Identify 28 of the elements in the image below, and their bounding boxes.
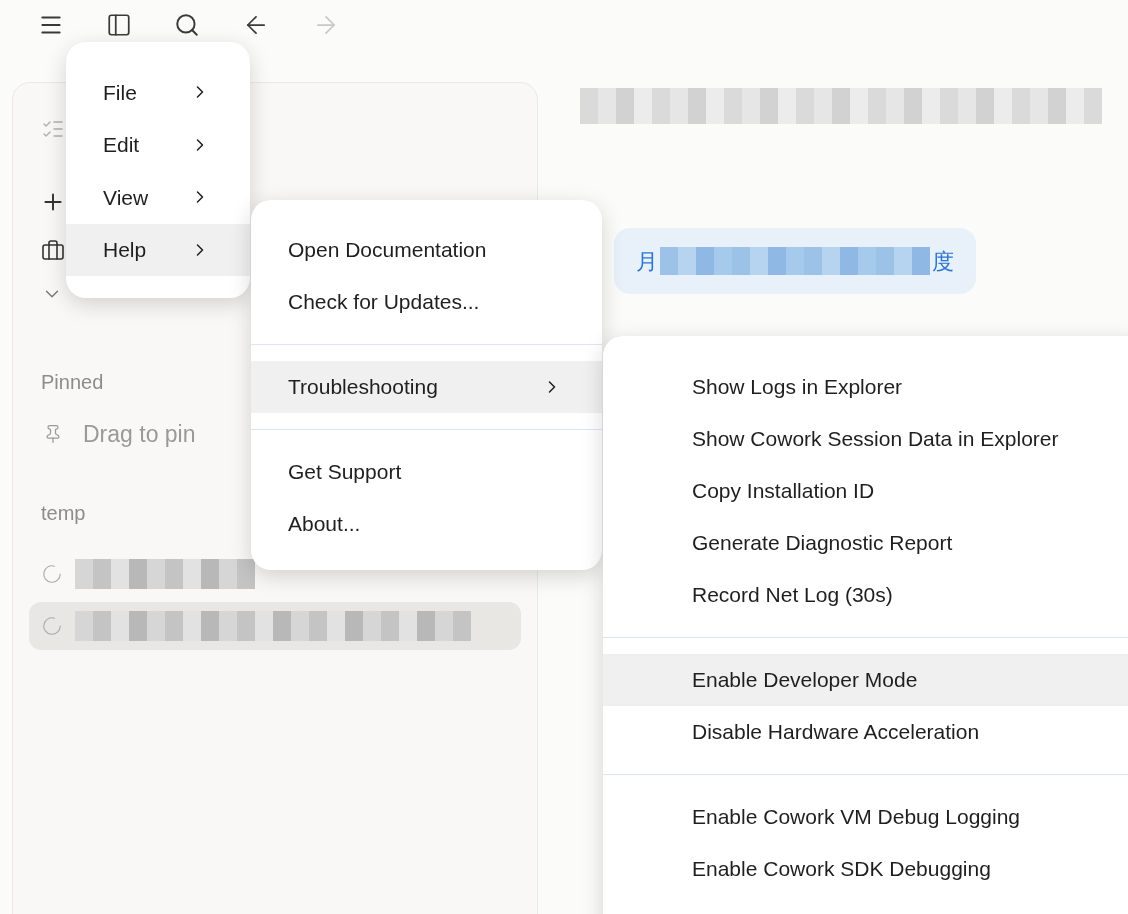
- search-icon[interactable]: [174, 12, 200, 38]
- message-text: 月: [636, 247, 658, 276]
- menu-item[interactable]: Enable Cowork SDK Debugging: [603, 843, 1128, 895]
- menu-item[interactable]: Help: [66, 223, 250, 276]
- menu-item[interactable]: View: [66, 171, 250, 224]
- menu-item[interactable]: Check for Updates...: [251, 276, 602, 328]
- menu-item[interactable]: Edit: [66, 118, 250, 171]
- briefcase-icon[interactable]: [41, 239, 65, 263]
- menu-item[interactable]: Enable Cowork VM Debug Logging: [603, 791, 1128, 843]
- sidebar-toggle-icon[interactable]: [106, 12, 132, 38]
- menu-item[interactable]: Get Support: [251, 446, 602, 498]
- menu-item[interactable]: Troubleshooting: [251, 361, 602, 413]
- menu-item[interactable]: Show Logs in Explorer: [603, 361, 1128, 413]
- section-heading: Pinned: [41, 370, 104, 395]
- menu-item[interactable]: Open Documentation: [251, 224, 602, 276]
- menu-item[interactable]: Copy Installation ID: [603, 465, 1128, 517]
- menu-item[interactable]: About...: [251, 498, 602, 550]
- menu-item[interactable]: Enable Developer Mode: [603, 654, 1128, 706]
- section-heading: temp: [41, 500, 86, 526]
- menu-item[interactable]: File: [66, 66, 250, 119]
- spinner-icon: [41, 614, 63, 637]
- message-text: 度: [932, 247, 954, 276]
- menu-item[interactable]: Record Net Log (30s): [603, 569, 1128, 621]
- drag-hint: Drag to pin: [83, 420, 196, 449]
- spinner-icon: [41, 562, 63, 585]
- menu-item[interactable]: Disable Hardware Acceleration: [603, 706, 1128, 758]
- menu-item[interactable]: Generate Diagnostic Report: [603, 517, 1128, 569]
- menu-item[interactable]: Show Cowork Session Data in Explorer: [603, 413, 1128, 465]
